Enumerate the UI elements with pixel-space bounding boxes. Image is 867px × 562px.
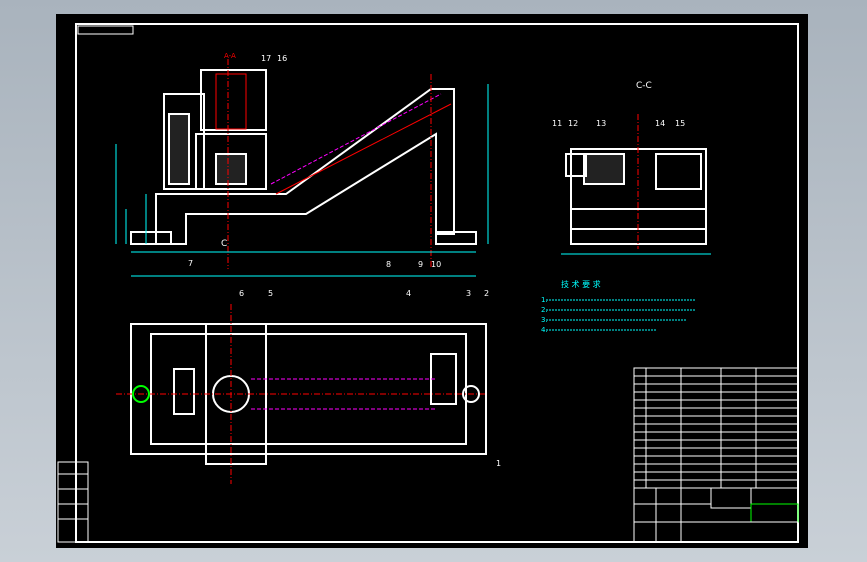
balloon-2: 2 [484, 289, 489, 298]
section-c-c-label: C-C [636, 81, 652, 91]
balloon-4: 4 [406, 289, 411, 298]
balloon-12: 12 [568, 119, 578, 128]
balloon-13: 13 [596, 119, 606, 128]
balloon-1: 1 [496, 459, 501, 468]
balloon-5: 5 [268, 289, 273, 298]
balloon-8: 8 [386, 260, 391, 269]
section-c-mark: C [221, 239, 227, 249]
tech-title: 技 术 要 求 [561, 279, 601, 289]
balloon-10: 10 [431, 260, 441, 269]
balloon-6: 6 [239, 289, 244, 298]
balloon-16: 16 [277, 54, 287, 63]
balloon-7: 7 [188, 259, 193, 268]
balloon-15: 15 [675, 119, 685, 128]
balloon-11: 11 [552, 119, 562, 128]
balloon-17: 17 [261, 54, 271, 63]
balloon-14: 14 [655, 119, 665, 128]
section-a-label: A-A [224, 52, 236, 60]
balloon-9: 9 [418, 260, 423, 269]
cad-drawing: A-A 17 16 7 8 9 10 C C-C 11 12 13 14 15 … [56, 14, 808, 548]
balloon-3: 3 [466, 289, 471, 298]
drawing-sheet: A-A 17 16 7 8 9 10 C C-C 11 12 13 14 15 … [56, 14, 808, 548]
